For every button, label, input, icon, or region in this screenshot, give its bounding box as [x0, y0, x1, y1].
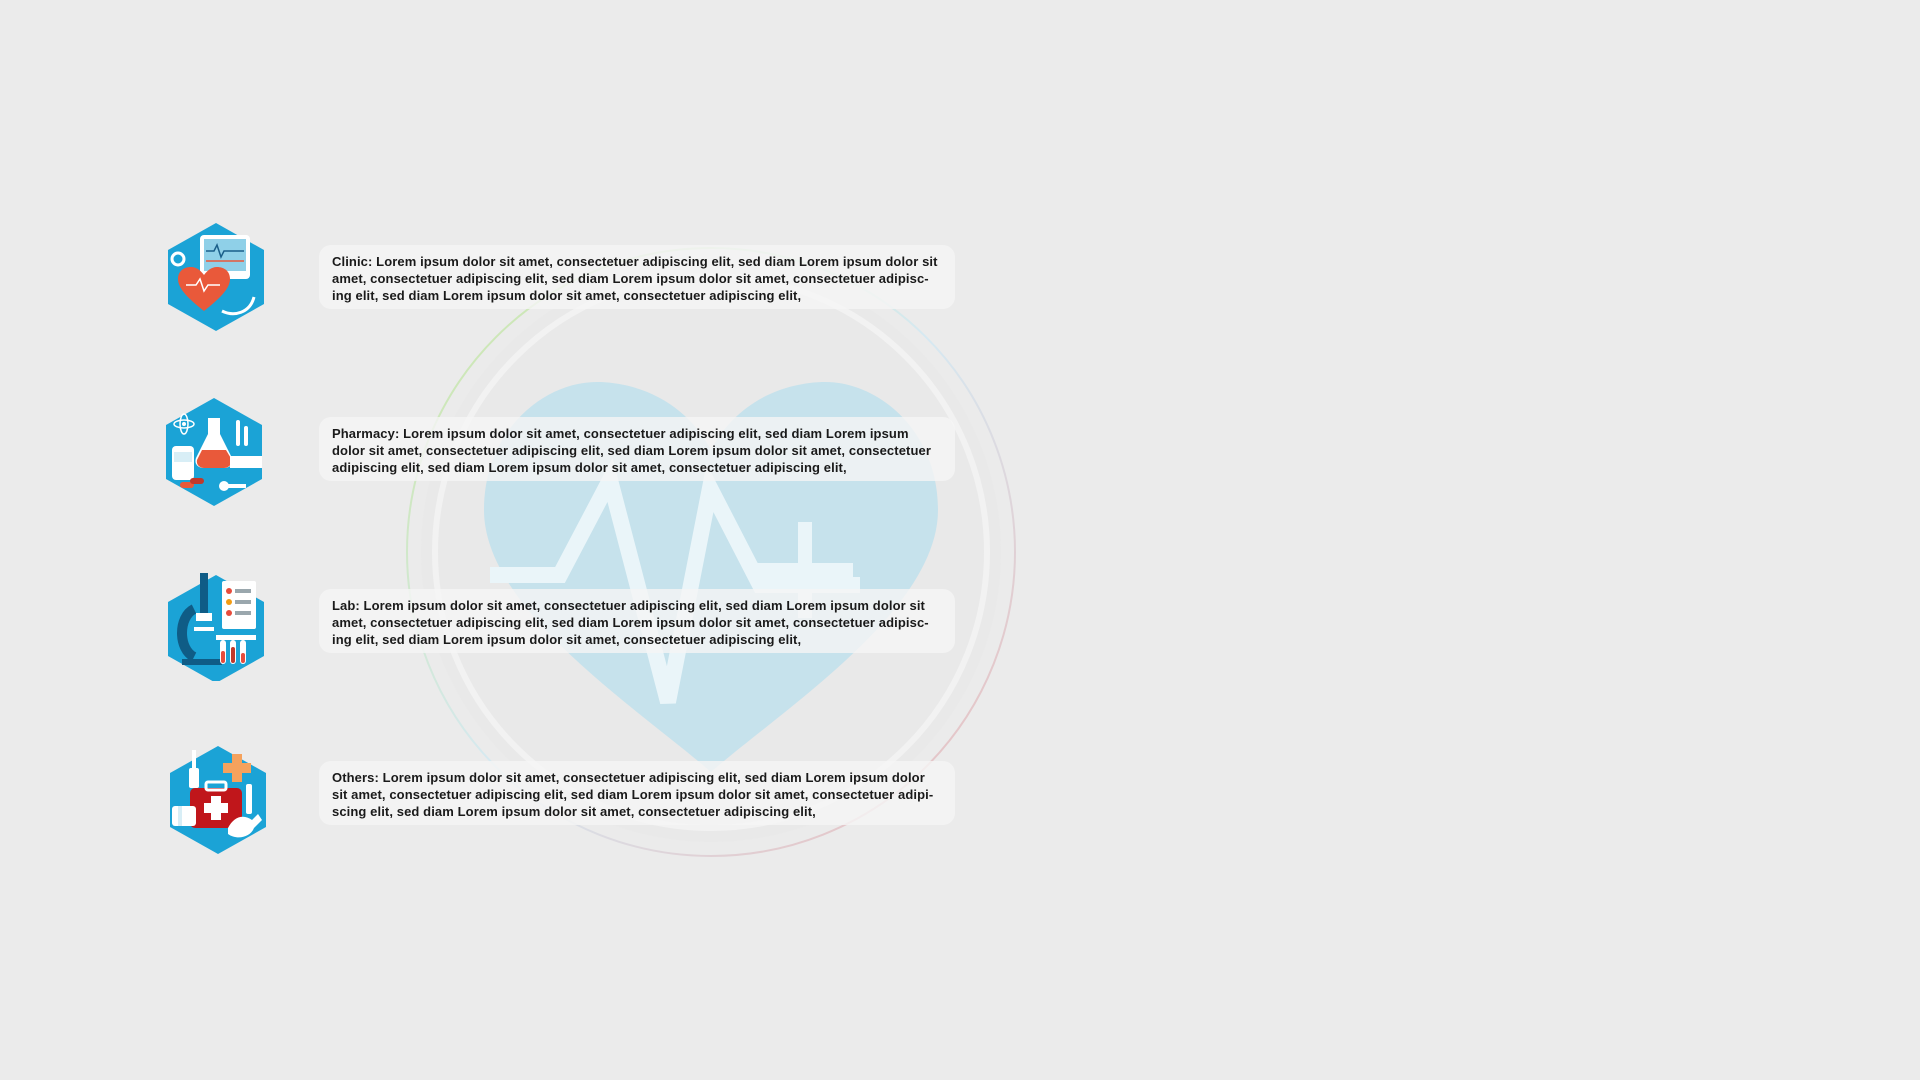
heart-emblem-icon [406, 247, 1016, 857]
others-text-card: Others: Lorem ipsum dolor sit amet, cons… [319, 761, 955, 825]
pharmacy-flask-pills-icon [162, 396, 266, 508]
pharmacy-body: Lorem ipsum dolor sit amet, consectetuer… [332, 426, 931, 475]
others-body: Lorem ipsum dolor sit amet, consectetuer… [332, 770, 934, 819]
clinic-title: Clinic: [332, 254, 373, 269]
pharmacy-title: Pharmacy: [332, 426, 400, 441]
lab-title: Lab: [332, 598, 360, 613]
clinic-monitor-heart-icon [164, 221, 268, 333]
lab-microscope-icon [164, 569, 268, 681]
lab-body: Lorem ipsum dolor sit amet, consectetuer… [332, 598, 929, 647]
slide-canvas: Clinic: Lorem ipsum dolor sit amet, cons… [0, 0, 1920, 1080]
others-title: Others: [332, 770, 379, 785]
clinic-body: Lorem ipsum dolor sit amet, consectetuer… [332, 254, 938, 303]
lab-text-card: Lab: Lorem ipsum dolor sit amet, consect… [319, 589, 955, 653]
clinic-text-card: Clinic: Lorem ipsum dolor sit amet, cons… [319, 245, 955, 309]
first-aid-kit-icon [166, 744, 270, 856]
pharmacy-text-card: Pharmacy: Lorem ipsum dolor sit amet, co… [319, 417, 955, 481]
